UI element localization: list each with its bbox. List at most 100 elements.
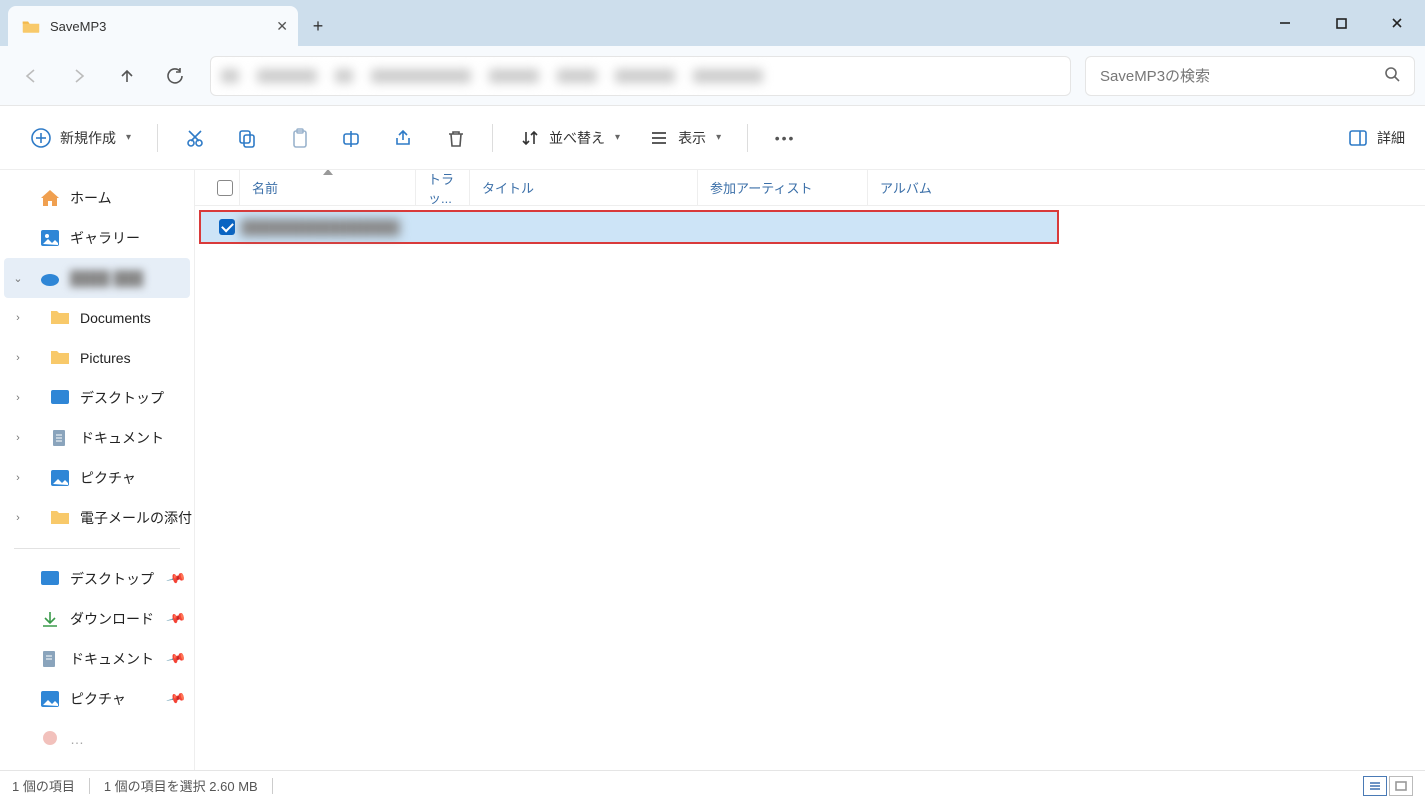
column-artist[interactable]: 参加アーティスト (697, 170, 867, 205)
column-track[interactable]: トラッ... (415, 170, 469, 205)
trash-icon (444, 127, 466, 149)
desktop-icon (50, 389, 70, 407)
scissors-icon (184, 127, 206, 149)
copy-button[interactable] (226, 118, 268, 158)
sidebar-quick-documents[interactable]: ドキュメント 📌 (0, 639, 194, 679)
desktop-icon (40, 570, 60, 588)
details-pane-button[interactable]: 詳細 (1347, 127, 1405, 149)
view-button[interactable]: 表示 ▾ (638, 118, 731, 158)
minimize-button[interactable] (1257, 0, 1313, 46)
column-name[interactable]: 名前 (239, 170, 415, 205)
cut-button[interactable] (174, 118, 216, 158)
divider (492, 124, 493, 152)
document-icon (50, 429, 70, 447)
chevron-down-icon: ▾ (615, 132, 620, 143)
folder-icon (50, 349, 70, 367)
search-input[interactable]: SaveMP3の検索 (1085, 56, 1415, 96)
pictures-icon (50, 469, 70, 487)
sidebar-item-email[interactable]: › 電子メールの添付 (0, 498, 194, 538)
divider (272, 778, 273, 794)
forward-button[interactable] (58, 56, 100, 96)
chevron-down-icon[interactable]: ⌄ (6, 272, 30, 285)
details-label: 詳細 (1377, 128, 1405, 148)
sidebar-item-pictures-jp[interactable]: › ピクチャ (0, 458, 194, 498)
file-list: 名前 トラッ... タイトル 参加アーティスト アルバム ███████████… (195, 170, 1425, 770)
chevron-down-icon: ▾ (126, 132, 131, 143)
share-icon (392, 127, 414, 149)
tab-active[interactable]: SaveMP3 ✕ (8, 6, 298, 46)
pin-icon: 📌 (165, 688, 187, 710)
view-thumbnails-button[interactable] (1389, 776, 1413, 796)
delete-button[interactable] (434, 118, 476, 158)
file-name-blurred: ████████████████ (241, 219, 400, 235)
rename-icon (340, 127, 362, 149)
new-label: 新規作成 (60, 128, 116, 148)
chevron-right-icon[interactable]: › (6, 432, 30, 444)
address-bar[interactable] (210, 56, 1071, 96)
pin-icon: 📌 (165, 568, 187, 590)
up-button[interactable] (106, 56, 148, 96)
sidebar-quick-more[interactable]: … (0, 719, 194, 759)
sidebar-quick-pictures[interactable]: ピクチャ 📌 (0, 679, 194, 719)
new-tab-button[interactable]: + (298, 6, 338, 46)
ellipsis-icon: ••• (774, 127, 796, 149)
divider (157, 124, 158, 152)
gallery-icon (40, 229, 60, 247)
folder-icon (50, 309, 70, 327)
search-placeholder: SaveMP3の検索 (1100, 65, 1210, 86)
new-button[interactable]: 新規作成 ▾ (20, 118, 141, 158)
tab-close-icon[interactable]: ✕ (276, 18, 288, 35)
titlebar: SaveMP3 ✕ + (0, 0, 1425, 46)
window-controls (1257, 0, 1425, 46)
status-count: 1 個の項目 (12, 776, 75, 795)
cloud-icon (40, 269, 60, 287)
chevron-right-icon[interactable]: › (6, 312, 30, 324)
sidebar-item-documents-jp[interactable]: › ドキュメント (0, 418, 194, 458)
more-button[interactable]: ••• (764, 118, 806, 158)
sort-label: 並べ替え (549, 128, 605, 148)
sidebar-item-onedrive[interactable]: ⌄ ████ ███ (4, 258, 190, 298)
sidebar-quick-downloads[interactable]: ダウンロード 📌 (0, 599, 194, 639)
close-button[interactable] (1369, 0, 1425, 46)
chevron-right-icon[interactable]: › (6, 472, 30, 484)
chevron-right-icon[interactable]: › (6, 392, 30, 404)
chevron-right-icon[interactable]: › (6, 352, 30, 364)
view-icon (648, 127, 670, 149)
divider (14, 548, 180, 549)
divider (89, 778, 90, 794)
sidebar-item-pictures[interactable]: › Pictures (0, 338, 194, 378)
chevron-down-icon: ▾ (716, 132, 721, 143)
toolbar: 新規作成 ▾ 並べ替え ▾ 表示 ▾ ••• 詳細 (0, 106, 1425, 170)
column-title[interactable]: タイトル (469, 170, 697, 205)
sidebar-item-home[interactable]: ホーム (0, 178, 194, 218)
sort-icon (519, 127, 541, 149)
details-icon (1347, 127, 1369, 149)
file-row-selected[interactable]: ████████████████ (199, 210, 1059, 244)
select-all-checkbox[interactable] (195, 180, 239, 196)
paste-button[interactable] (278, 118, 320, 158)
back-button[interactable] (10, 56, 52, 96)
home-icon (40, 189, 60, 207)
column-headers: 名前 トラッ... タイトル 参加アーティスト アルバム (195, 170, 1425, 206)
sidebar-item-gallery[interactable]: ギャラリー (0, 218, 194, 258)
download-icon (40, 610, 60, 628)
document-icon (40, 650, 60, 668)
maximize-button[interactable] (1313, 0, 1369, 46)
share-button[interactable] (382, 118, 424, 158)
pin-icon: 📌 (165, 648, 187, 670)
row-checkbox[interactable] (201, 219, 241, 235)
tab-title: SaveMP3 (50, 19, 106, 34)
rename-button[interactable] (330, 118, 372, 158)
sidebar-item-documents[interactable]: › Documents (0, 298, 194, 338)
sidebar-quick-desktop[interactable]: デスクトップ 📌 (0, 559, 194, 599)
sidebar-item-desktop[interactable]: › デスクトップ (0, 378, 194, 418)
statusbar: 1 個の項目 1 個の項目を選択 2.60 MB (0, 770, 1425, 800)
column-album[interactable]: アルバム (867, 170, 1057, 205)
chevron-right-icon[interactable]: › (6, 512, 30, 524)
sort-button[interactable]: 並べ替え ▾ (509, 118, 630, 158)
navigation-bar: SaveMP3の検索 (0, 46, 1425, 106)
pin-icon: 📌 (165, 608, 187, 630)
refresh-button[interactable] (154, 56, 196, 96)
view-details-button[interactable] (1363, 776, 1387, 796)
body: ホーム ギャラリー ⌄ ████ ███ › Documents › Pictu… (0, 170, 1425, 770)
